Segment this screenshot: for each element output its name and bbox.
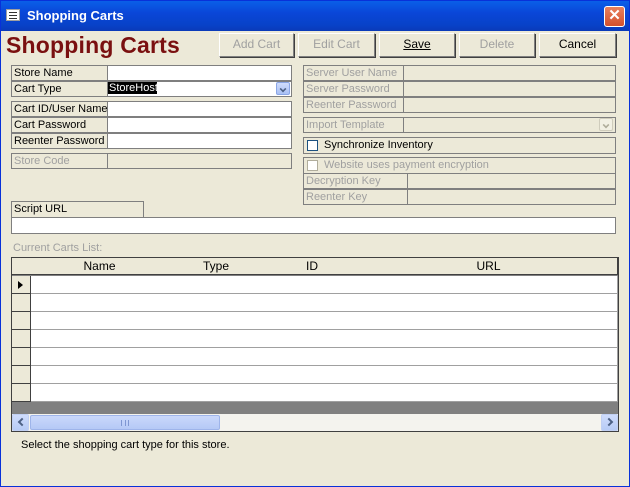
cancel-button[interactable]: Cancel (539, 33, 616, 57)
edit-cart-button[interactable]: Edit Cart (298, 33, 375, 57)
store-name-label: Store Name (11, 65, 108, 81)
import-template-select[interactable] (403, 117, 616, 133)
form-icon (6, 9, 20, 21)
table-cell[interactable] (31, 348, 169, 366)
table-cell[interactable] (168, 384, 265, 402)
cart-type-label: Cart Type (11, 81, 108, 97)
carts-list-label: Current Carts List: (13, 242, 103, 254)
import-template-dropdown-button[interactable] (599, 118, 613, 131)
table-cell[interactable] (360, 366, 618, 384)
status-text: Select the shopping cart type for this s… (21, 439, 230, 451)
row-selector[interactable] (12, 348, 31, 366)
chevron-down-icon (602, 121, 610, 129)
delete-button[interactable]: Delete (459, 33, 535, 57)
cart-id-input[interactable] (107, 101, 292, 117)
row-selector[interactable] (12, 384, 31, 402)
table-cell[interactable] (31, 384, 169, 402)
row-selector[interactable] (12, 366, 31, 384)
table-cell[interactable] (264, 348, 361, 366)
server-password-label: Server Password (303, 81, 404, 97)
column-header-url[interactable]: URL (360, 258, 618, 275)
table-cell[interactable] (31, 366, 169, 384)
decryption-key-label: Decryption Key (303, 173, 408, 189)
reenter-password-input[interactable] (107, 133, 292, 149)
chevron-left-icon (17, 417, 27, 427)
close-button[interactable]: ✕ (604, 6, 625, 27)
server-user-input[interactable] (403, 65, 616, 81)
reenter-key-label: Reenter Key (303, 189, 408, 205)
table-cell[interactable] (31, 312, 169, 330)
import-template-label: Import Template (303, 117, 404, 133)
store-code-label: Store Code (11, 153, 108, 169)
table-cell[interactable] (168, 366, 265, 384)
table-cell[interactable] (264, 366, 361, 384)
row-selector[interactable] (12, 276, 31, 294)
table-cell[interactable] (360, 348, 618, 366)
column-header-id[interactable]: ID (264, 258, 361, 275)
table-cell[interactable] (31, 330, 169, 348)
script-url-label: Script URL (11, 201, 144, 217)
table-cell[interactable] (168, 312, 265, 330)
sync-inventory-checkbox[interactable] (307, 140, 318, 151)
script-url-input[interactable] (11, 217, 616, 234)
table-cell[interactable] (360, 384, 618, 402)
title-bar[interactable]: Shopping Carts ✕ (1, 1, 629, 31)
horizontal-scrollbar[interactable] (12, 414, 618, 431)
row-selector[interactable] (12, 330, 31, 348)
grip-icon (121, 420, 129, 426)
table-cell[interactable] (264, 294, 361, 312)
scrollbar-thumb[interactable] (30, 415, 220, 430)
scroll-left-button[interactable] (12, 414, 29, 431)
cart-id-label: Cart ID/User Name (11, 101, 108, 117)
chevron-down-icon (279, 85, 287, 93)
current-row-arrow-icon (18, 281, 23, 289)
table-cell[interactable] (360, 276, 618, 294)
decryption-key-input[interactable] (407, 173, 616, 189)
grid-corner (12, 258, 32, 275)
row-selector[interactable] (12, 312, 31, 330)
store-name-input[interactable] (107, 65, 292, 81)
table-cell[interactable] (264, 312, 361, 330)
table-cell[interactable] (360, 330, 618, 348)
reenter-key-input[interactable] (407, 189, 616, 205)
table-cell[interactable] (360, 312, 618, 330)
shopping-carts-window: Shopping Carts ✕ Shopping Carts Add Cart… (0, 0, 630, 487)
table-cell[interactable] (264, 330, 361, 348)
cart-password-input[interactable] (107, 117, 292, 133)
carts-list-grid[interactable]: Name Type ID URL (11, 257, 619, 432)
website-encryption-checkbox[interactable] (307, 160, 318, 171)
add-cart-button[interactable]: Add Cart (219, 33, 294, 57)
column-header-type[interactable]: Type (168, 258, 265, 275)
save-button[interactable]: Save (379, 33, 455, 57)
table-cell[interactable] (168, 276, 265, 294)
row-selector[interactable] (12, 294, 31, 312)
cart-type-value: StoreHost (109, 82, 158, 94)
sync-inventory-row[interactable]: Synchronize Inventory (303, 137, 616, 154)
reenter-password-label: Reenter Password (11, 133, 108, 149)
server-password-input[interactable] (403, 81, 616, 97)
table-cell[interactable] (168, 294, 265, 312)
server-reenter-input[interactable] (403, 97, 616, 113)
cart-password-label: Cart Password (11, 117, 108, 133)
table-cell[interactable] (168, 348, 265, 366)
table-cell[interactable] (31, 276, 169, 294)
column-header-name[interactable]: Name (31, 258, 169, 275)
cart-type-dropdown-button[interactable] (276, 82, 290, 95)
website-encryption-row[interactable]: Website uses payment encryption (303, 157, 616, 174)
chevron-right-icon (604, 417, 614, 427)
table-cell[interactable] (264, 276, 361, 294)
store-code-input[interactable] (107, 153, 292, 169)
window-title: Shopping Carts (27, 8, 124, 23)
page-title: Shopping Carts (6, 32, 181, 58)
table-cell[interactable] (31, 294, 169, 312)
table-cell[interactable] (360, 294, 618, 312)
scroll-right-button[interactable] (601, 414, 618, 431)
server-reenter-label: Reenter Password (303, 97, 404, 113)
server-user-label: Server User Name (303, 65, 404, 81)
table-cell[interactable] (264, 384, 361, 402)
table-cell[interactable] (168, 330, 265, 348)
